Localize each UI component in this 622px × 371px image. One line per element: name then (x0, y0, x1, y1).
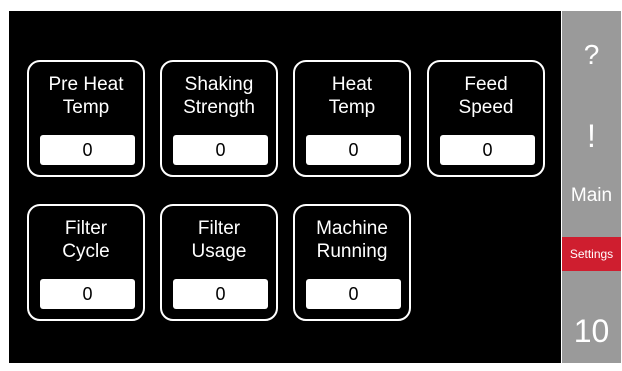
tile-label-line2: Cycle (62, 241, 110, 262)
main-button[interactable]: Main (562, 181, 621, 211)
tile-feed-speed: Feed Speed 0 (427, 60, 545, 177)
tile-label-line2: Speed (458, 97, 514, 118)
main-panel: Pre Heat Temp 0 Shaking Strength 0 Heat … (9, 11, 561, 363)
tile-label-line1: Feed (464, 74, 508, 95)
filter-usage-value[interactable]: 0 (173, 279, 268, 309)
tile-label: Filter Cycle (29, 217, 143, 263)
tile-label-line1: Shaking (184, 74, 254, 95)
tile-label: Filter Usage (162, 217, 276, 263)
page-counter: 10 (573, 313, 610, 349)
tile-label-line2: Temp (62, 97, 110, 118)
tile-label-line2: Usage (191, 241, 247, 262)
tile-machine-running: Machine Running 0 (293, 204, 411, 321)
shaking-strength-value[interactable]: 0 (173, 135, 268, 165)
tile-label-line1: Pre Heat (48, 74, 124, 95)
tile-label-line1: Machine (316, 218, 388, 239)
tile-label-line2: Temp (328, 97, 376, 118)
tile-label: Pre Heat Temp (29, 73, 143, 119)
tile-label: Feed Speed (429, 73, 543, 119)
tile-label: Machine Running (295, 217, 409, 263)
machine-running-value[interactable]: 0 (306, 279, 401, 309)
feed-speed-value[interactable]: 0 (440, 135, 535, 165)
tile-pre-heat-temp: Pre Heat Temp 0 (27, 60, 145, 177)
settings-button[interactable]: Settings (562, 237, 621, 271)
tile-shaking-strength: Shaking Strength 0 (160, 60, 278, 177)
help-button[interactable]: ? (562, 33, 621, 77)
filter-cycle-value[interactable]: 0 (40, 279, 135, 309)
tile-label: Shaking Strength (162, 73, 276, 119)
tile-label: Heat Temp (295, 73, 409, 119)
heat-temp-value[interactable]: 0 (306, 135, 401, 165)
tile-label-line2: Strength (183, 97, 255, 118)
tile-label-line1: Filter (197, 218, 241, 239)
tile-label-line1: Filter (64, 218, 108, 239)
sidebar: ? ! Main Settings 10 (562, 11, 621, 363)
pre-heat-temp-value[interactable]: 0 (40, 135, 135, 165)
tile-heat-temp: Heat Temp 0 (293, 60, 411, 177)
tile-filter-cycle: Filter Cycle 0 (27, 204, 145, 321)
tile-label-line1: Heat (331, 74, 373, 95)
alert-button[interactable]: ! (562, 111, 621, 161)
tile-filter-usage: Filter Usage 0 (160, 204, 278, 321)
tile-label-line2: Running (316, 241, 388, 262)
